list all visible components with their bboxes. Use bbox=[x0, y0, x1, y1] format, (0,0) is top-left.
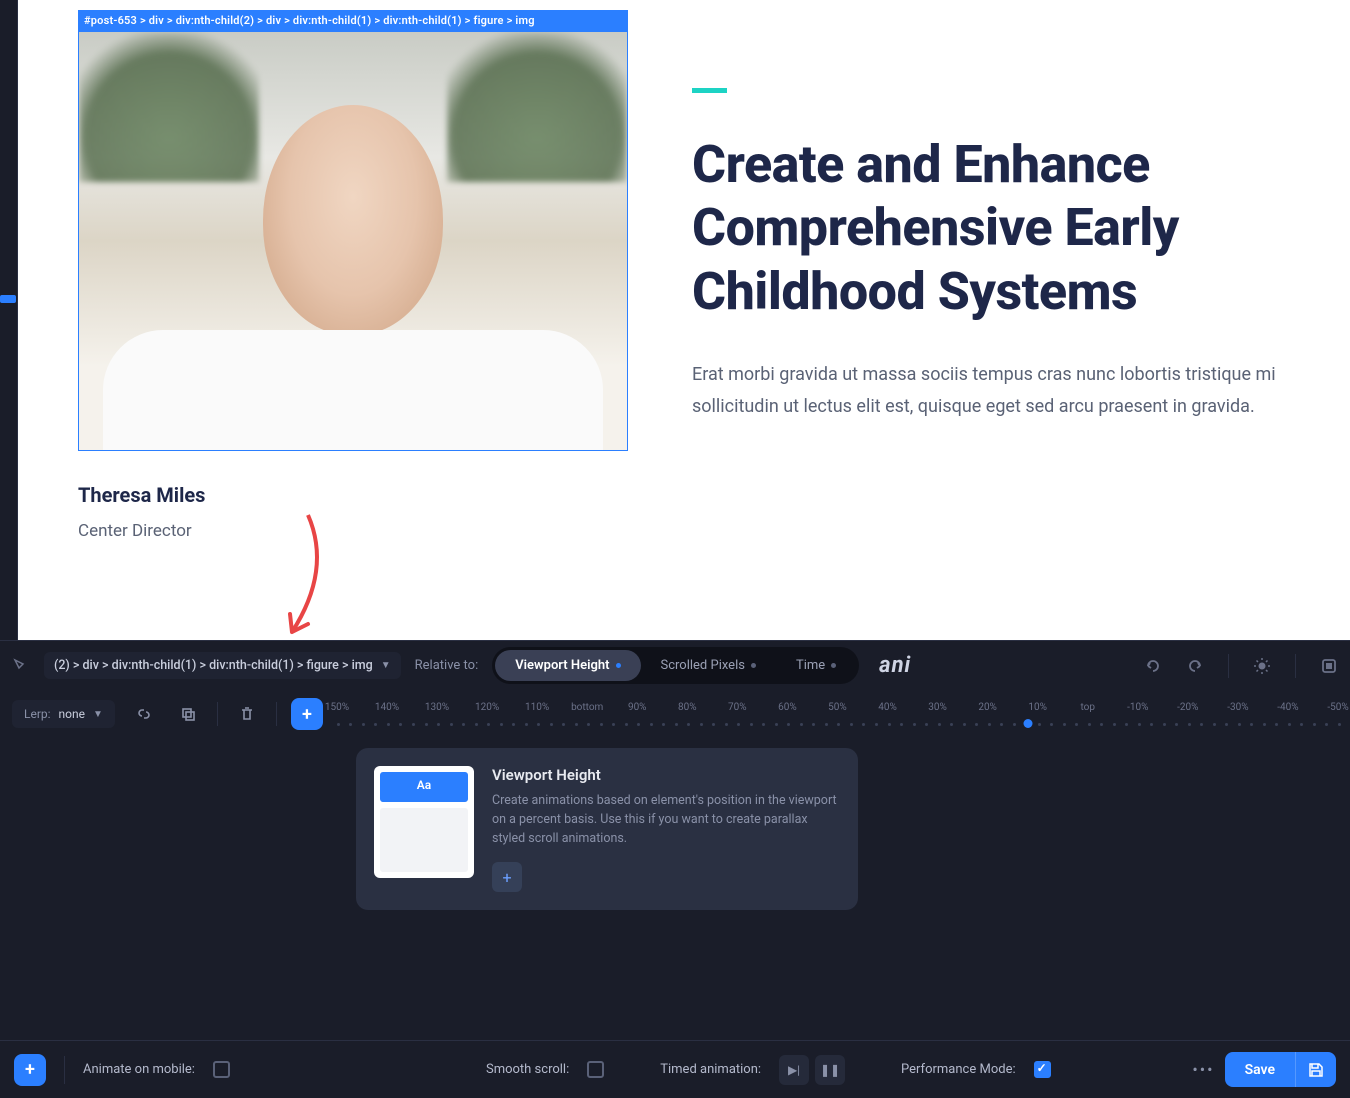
animate-mobile-checkbox[interactable] bbox=[213, 1061, 230, 1078]
selector-dropdown-text: (2) > div > div:nth-child(1) > div:nth-c… bbox=[54, 658, 373, 673]
tab-scrolled-pixels[interactable]: Scrolled Pixels bbox=[641, 650, 776, 681]
ruler-marker[interactable] bbox=[0, 295, 16, 303]
chevron-down-icon: ▼ bbox=[381, 660, 391, 671]
body-text: Erat morbi gravida ut massa sociis tempu… bbox=[692, 359, 1280, 422]
pause-icon[interactable]: ❚❚ bbox=[815, 1055, 845, 1085]
selector-dropdown[interactable]: (2) > div > div:nth-child(1) > div:nth-c… bbox=[44, 652, 401, 679]
tab-label: Time bbox=[796, 658, 825, 673]
target-icon[interactable] bbox=[12, 657, 30, 675]
ruler-tick-label: bottom bbox=[571, 702, 603, 713]
selector-bar: (2) > div > div:nth-child(1) > div:nth-c… bbox=[0, 640, 1350, 690]
tab-label: Viewport Height bbox=[515, 658, 609, 673]
ruler-tick-label: 30% bbox=[928, 702, 947, 713]
ruler-tick-label: 50% bbox=[828, 702, 847, 713]
ruler-tick-label: -30% bbox=[1227, 702, 1248, 713]
performance-mode-checkbox[interactable] bbox=[1034, 1061, 1051, 1078]
ruler-tick-label: 140% bbox=[375, 702, 399, 713]
profile-name: Theresa Miles bbox=[78, 483, 664, 507]
ruler-tick-label: 90% bbox=[628, 702, 647, 713]
bottom-bar: + Animate on mobile: Smooth scroll: Time… bbox=[0, 1040, 1350, 1098]
undo-icon[interactable] bbox=[1144, 657, 1162, 675]
ruler-tick-label: 60% bbox=[778, 702, 797, 713]
more-options-button[interactable]: ••• bbox=[1182, 1052, 1224, 1087]
ruler-tick-label: -50% bbox=[1327, 702, 1348, 713]
relative-to-tabs: Viewport Height Scrolled Pixels Time bbox=[492, 647, 859, 684]
selected-image-wrap[interactable]: #post-653 > div > div:nth-child(2) > div… bbox=[78, 10, 628, 451]
chevron-down-icon: ▼ bbox=[93, 709, 103, 720]
relative-to-label: Relative to: bbox=[415, 658, 479, 673]
timeline-ruler[interactable]: 150%140%130%120%110%bottom90%80%70%60%50… bbox=[337, 702, 1338, 726]
preview-canvas[interactable]: #post-653 > div > div:nth-child(2) > div… bbox=[18, 0, 1350, 640]
ruler-tick-label: 20% bbox=[978, 702, 997, 713]
smooth-scroll-label: Smooth scroll: bbox=[486, 1062, 569, 1077]
preview-body bbox=[380, 808, 468, 872]
timeline-scrubber[interactable] bbox=[1023, 719, 1032, 728]
brightness-icon[interactable] bbox=[1253, 657, 1271, 675]
skip-end-icon[interactable]: ▶| bbox=[779, 1055, 809, 1085]
save-button[interactable]: Save bbox=[1225, 1052, 1295, 1087]
vertical-ruler bbox=[0, 0, 18, 640]
ruler-tick-label: -10% bbox=[1127, 702, 1148, 713]
save-disk-icon[interactable] bbox=[1295, 1052, 1336, 1087]
ruler-tick-label: 130% bbox=[425, 702, 449, 713]
ruler-tick-label: -40% bbox=[1277, 702, 1298, 713]
card-description: Create animations based on element's pos… bbox=[492, 792, 840, 848]
ruler-tick-label: 40% bbox=[878, 702, 897, 713]
lerp-dropdown[interactable]: Lerp: none ▼ bbox=[12, 700, 115, 728]
card-add-button[interactable]: + bbox=[492, 862, 522, 892]
profile-column: #post-653 > div > div:nth-child(2) > div… bbox=[58, 0, 684, 640]
copy-icon[interactable] bbox=[173, 699, 203, 729]
ruler-tick-label: 150% bbox=[325, 702, 349, 713]
card-title: Viewport Height bbox=[492, 766, 840, 784]
timed-animation-label: Timed animation: bbox=[660, 1062, 761, 1077]
active-dot-icon bbox=[616, 663, 621, 668]
profile-role: Center Director bbox=[78, 521, 664, 541]
ruler-tick-label: -20% bbox=[1177, 702, 1198, 713]
performance-mode-label: Performance Mode: bbox=[901, 1062, 1016, 1077]
add-keyframe-button[interactable]: + bbox=[291, 698, 323, 730]
preview-header: Aa bbox=[380, 772, 468, 802]
lerp-label: Lerp: bbox=[24, 707, 51, 721]
ruler-tick-label: 10% bbox=[1028, 702, 1047, 713]
ruler-tick-label: top bbox=[1080, 702, 1095, 713]
accent-bar bbox=[692, 88, 727, 93]
content-column: Create and Enhance Comprehensive Early C… bbox=[684, 0, 1310, 640]
headline: Create and Enhance Comprehensive Early C… bbox=[692, 133, 1280, 323]
selector-path-badge: #post-653 > div > div:nth-child(2) > div… bbox=[78, 10, 628, 31]
animate-mobile-label: Animate on mobile: bbox=[83, 1062, 195, 1077]
timeline-bar: Lerp: none ▼ + 150% 140% 130% 120% 110% botto… bbox=[0, 690, 1350, 738]
ruler-tick-label: 110% bbox=[525, 702, 549, 713]
lerp-value: none bbox=[59, 707, 85, 721]
ruler-tick-label: 80% bbox=[678, 702, 697, 713]
viewport-height-card: Aa Viewport Height Create animations bas… bbox=[356, 748, 858, 910]
collapse-icon[interactable] bbox=[1320, 657, 1338, 675]
trash-icon[interactable] bbox=[232, 699, 262, 729]
ruler-tick-label: 120% bbox=[475, 702, 499, 713]
active-dot-icon bbox=[831, 663, 836, 668]
tab-label: Scrolled Pixels bbox=[661, 658, 745, 673]
tab-time[interactable]: Time bbox=[776, 650, 856, 681]
redo-icon[interactable] bbox=[1186, 657, 1204, 675]
active-dot-icon bbox=[751, 663, 756, 668]
add-animation-button[interactable]: + bbox=[14, 1054, 46, 1086]
ruler-tick-label: 70% bbox=[728, 702, 747, 713]
app-logo: ani bbox=[879, 653, 911, 678]
profile-image[interactable] bbox=[78, 31, 628, 451]
link-icon[interactable] bbox=[129, 699, 159, 729]
card-preview: Aa bbox=[374, 766, 474, 878]
tab-viewport-height[interactable]: Viewport Height bbox=[495, 650, 640, 681]
smooth-scroll-checkbox[interactable] bbox=[587, 1061, 604, 1078]
